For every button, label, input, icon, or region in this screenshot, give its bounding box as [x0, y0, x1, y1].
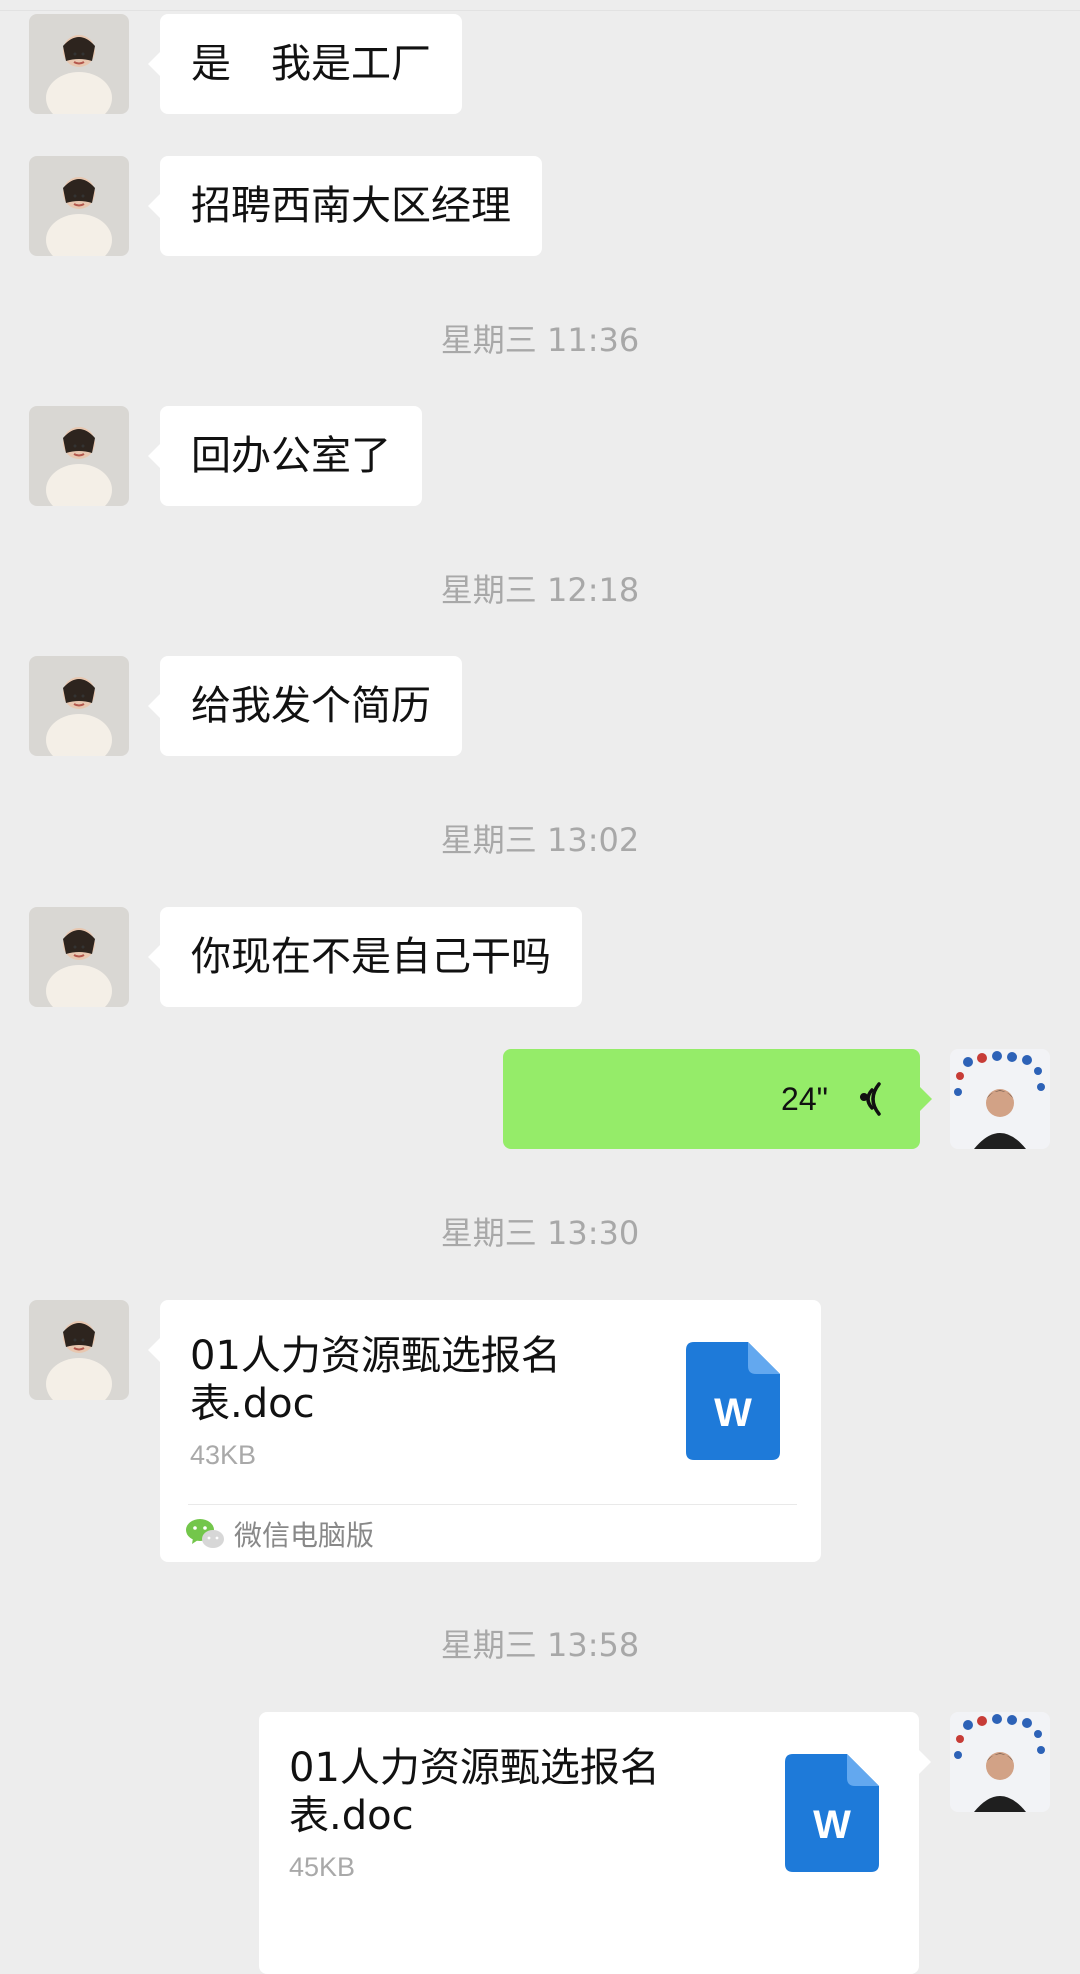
contact-avatar[interactable] [29, 656, 129, 756]
contact-avatar[interactable] [29, 156, 129, 256]
file-size: 45KB [289, 1852, 356, 1882]
message-bubble[interactable]: 是 我是工厂 [148, 14, 462, 114]
file-name: 01人力资源甄选报名表.doc [190, 1333, 561, 1427]
timestamp: 星期三 13:58 [440, 1626, 640, 1664]
voice-duration: 24" [781, 1080, 828, 1117]
file-size: 43KB [190, 1440, 257, 1470]
file-name: 01人力资源甄选报名表.doc [289, 1745, 660, 1839]
message-text: 回办公室了 [191, 433, 391, 479]
timestamp: 星期三 11:36 [440, 321, 640, 359]
message-text: 给我发个简历 [191, 683, 431, 729]
file-source-label: 微信电脑版 [234, 1519, 375, 1552]
wechat-icon [184, 1517, 224, 1551]
word-doc-icon: W [686, 1342, 780, 1460]
message-text: 你现在不是自己干吗 [191, 934, 551, 980]
voice-wave-icon [852, 1081, 882, 1117]
my-avatar[interactable] [950, 1049, 1050, 1149]
timestamp: 星期三 13:02 [440, 821, 640, 859]
contact-avatar[interactable] [29, 907, 129, 1007]
message-bubble[interactable]: 你现在不是自己干吗 [148, 907, 582, 1007]
message-text: 招聘西南大区经理 [191, 183, 511, 229]
message-bubble[interactable]: 回办公室了 [148, 406, 422, 506]
word-doc-letter: W [813, 1803, 851, 1847]
chat-message-list[interactable]: 是 我是工厂 招聘西南大区经理 星期三 11:36 回办公室了 星期三 12:1… [0, 0, 1080, 1974]
timestamp: 星期三 12:18 [440, 571, 640, 609]
word-doc-letter: W [714, 1391, 752, 1435]
contact-avatar[interactable] [29, 406, 129, 506]
voice-message-bubble[interactable]: 24" [503, 1049, 932, 1149]
file-source: 微信电脑版 [184, 1514, 374, 1554]
word-doc-icon: W [785, 1754, 879, 1872]
message-bubble[interactable]: 招聘西南大区经理 [148, 156, 542, 256]
contact-avatar[interactable] [29, 1300, 129, 1400]
timestamp: 星期三 13:30 [440, 1214, 640, 1252]
file-message-card[interactable]: 01人力资源甄选报名表.doc 45KB W [259, 1712, 931, 1974]
message-text: 是 我是工厂 [191, 41, 431, 87]
contact-avatar[interactable] [29, 14, 129, 114]
my-avatar[interactable] [950, 1712, 1050, 1812]
file-message-card[interactable]: 01人力资源甄选报名表.doc 43KB W 微信电脑版 [148, 1300, 821, 1562]
file-card-divider [188, 1504, 797, 1505]
message-bubble[interactable]: 给我发个简历 [148, 656, 462, 756]
